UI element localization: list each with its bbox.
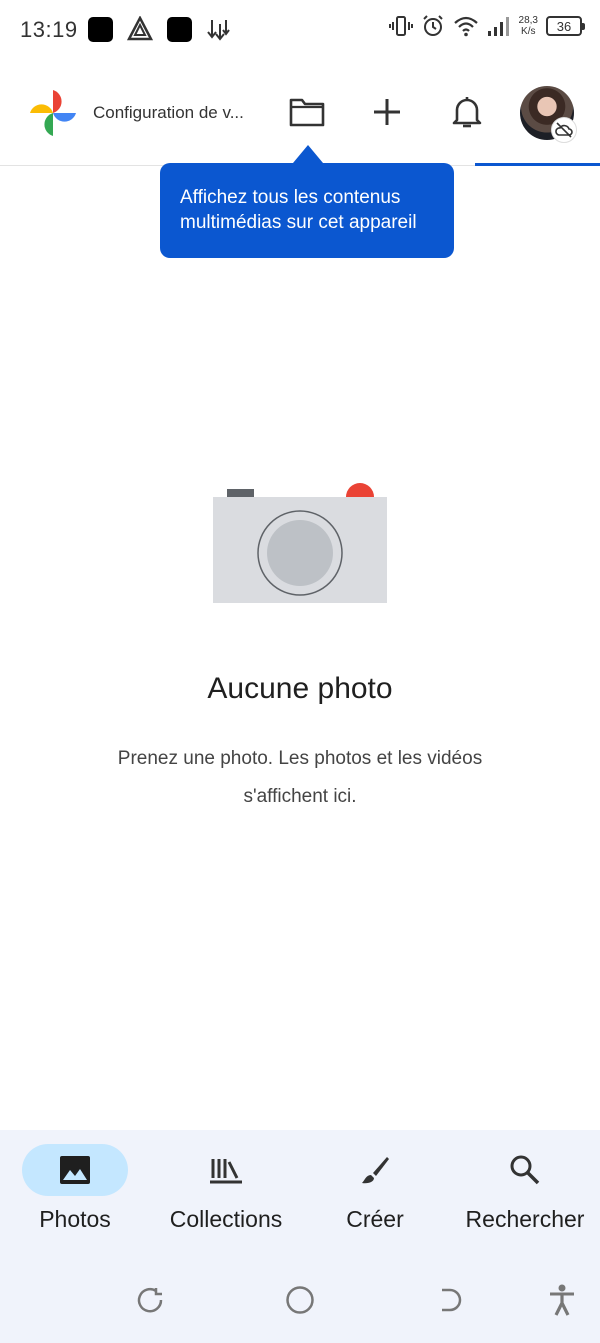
triangle-app-icon bbox=[127, 16, 153, 41]
bell-icon bbox=[452, 97, 482, 128]
device-media-tooltip[interactable]: Affichez tous les contenus multimédias s… bbox=[160, 163, 454, 258]
device-folder-button[interactable] bbox=[287, 92, 327, 132]
nav-item-collections[interactable]: Collections bbox=[160, 1130, 292, 1247]
notifications-button[interactable] bbox=[447, 92, 487, 132]
recents-button[interactable] bbox=[135, 1285, 165, 1315]
nav-pill-active bbox=[22, 1144, 128, 1196]
recents-icon bbox=[137, 1288, 163, 1313]
app-notification-icon bbox=[167, 16, 192, 42]
home-circle-icon bbox=[286, 1286, 314, 1314]
nav-label: Rechercher bbox=[465, 1206, 585, 1232]
nav-item-photos[interactable]: Photos bbox=[22, 1130, 128, 1247]
brush-icon bbox=[362, 1157, 389, 1184]
photo-icon bbox=[60, 1156, 90, 1184]
back-button[interactable] bbox=[435, 1285, 465, 1315]
nav-pill bbox=[173, 1144, 279, 1196]
download-arrows-icon bbox=[207, 20, 230, 41]
network-speed: 28,3 K/s bbox=[519, 15, 538, 37]
collections-icon bbox=[210, 1159, 242, 1184]
active-tab-indicator bbox=[475, 163, 600, 166]
app-title[interactable]: Configuration de v... bbox=[93, 103, 244, 123]
status-bar: 13:19 28,3 K/s 36 bbox=[0, 0, 600, 62]
nav-label: Créer bbox=[346, 1206, 404, 1232]
nav-pill bbox=[472, 1144, 578, 1196]
nav-item-create[interactable]: Créer bbox=[322, 1130, 428, 1247]
backup-off-badge bbox=[551, 117, 577, 143]
cloud-off-icon bbox=[555, 122, 573, 138]
folder-icon bbox=[289, 98, 325, 127]
signal-icon bbox=[487, 17, 509, 36]
back-icon bbox=[442, 1288, 462, 1312]
add-button[interactable] bbox=[367, 92, 407, 132]
google-photos-logo bbox=[30, 90, 76, 136]
battery-indicator: 36 bbox=[546, 16, 585, 36]
nav-label: Collections bbox=[169, 1206, 283, 1232]
nav-pill bbox=[322, 1144, 428, 1196]
network-speed-unit: K/s bbox=[521, 26, 536, 37]
wifi-icon bbox=[453, 16, 478, 37]
camera-illustration bbox=[213, 483, 387, 603]
app-notification-icon bbox=[88, 16, 113, 42]
status-time: 13:19 bbox=[20, 17, 78, 42]
empty-state-description: Prenez une photo. Les photos et les vidé… bbox=[117, 748, 483, 807]
search-icon bbox=[510, 1155, 540, 1185]
notification-icons bbox=[88, 16, 232, 42]
accessibility-button[interactable] bbox=[547, 1284, 577, 1316]
empty-state-title: Aucune photo bbox=[207, 672, 393, 705]
account-avatar[interactable] bbox=[520, 86, 577, 143]
vibrate-icon bbox=[388, 16, 413, 36]
plus-icon bbox=[374, 99, 400, 125]
bottom-navigation: Photos Collections Créer Rechercher bbox=[0, 1130, 600, 1247]
home-button[interactable] bbox=[285, 1285, 315, 1315]
system-status-icons: 28,3 K/s 36 bbox=[388, 14, 585, 38]
tooltip-arrow bbox=[293, 145, 323, 163]
system-navigation-bar bbox=[0, 1247, 600, 1343]
network-speed-value: 28,3 bbox=[518, 15, 538, 26]
nav-item-search[interactable]: Rechercher bbox=[460, 1130, 590, 1247]
nav-label: Photos bbox=[39, 1206, 111, 1232]
alarm-icon bbox=[422, 15, 443, 36]
accessibility-icon bbox=[550, 1284, 574, 1316]
